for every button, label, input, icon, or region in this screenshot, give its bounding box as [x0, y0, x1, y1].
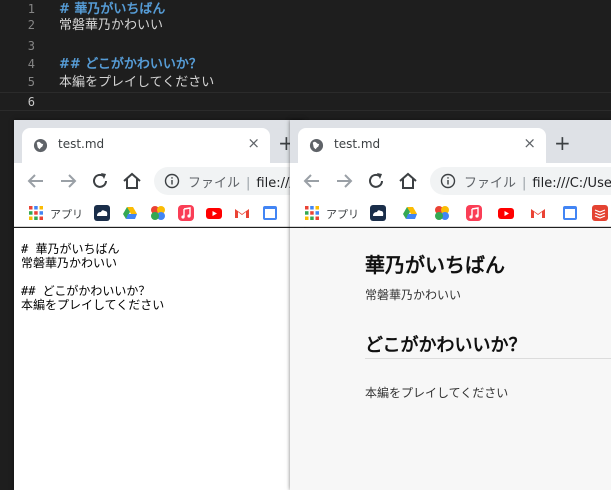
tab-strip: test.md × +	[290, 120, 611, 163]
tab-title: test.md	[334, 137, 381, 151]
home-icon[interactable]	[120, 169, 144, 193]
tab-test-md[interactable]: test.md ×	[298, 128, 546, 163]
tab-title: test.md	[58, 137, 105, 151]
gmail-icon[interactable]	[234, 205, 250, 221]
address-text[interactable]: ファイル|file:///C:/Users	[464, 172, 611, 191]
editor-line[interactable]: 5 本編をプレイしてください	[0, 73, 611, 92]
info-icon[interactable]	[164, 173, 180, 189]
google-drive-icon[interactable]	[402, 205, 418, 221]
google-photos-icon[interactable]	[434, 205, 450, 221]
globe-icon	[33, 138, 48, 153]
tab-strip: test.md × +	[14, 120, 304, 163]
raw-markdown-text: # 華乃がいちばん 常磐華乃かわいい ## どこがかわいいか？ 本編をプレイして…	[21, 242, 165, 312]
reload-icon[interactable]	[364, 169, 388, 193]
apps-label[interactable]: アプリ	[326, 206, 359, 222]
paragraph: 本編をプレイしてください	[365, 386, 509, 400]
address-bar[interactable]: ファイル|file:///C:/Users	[430, 167, 611, 195]
apps-label[interactable]: アプリ	[50, 206, 83, 222]
rendered-markdown-view: 華乃がいちばん 常磐華乃かわいい どこがかわいいか？ 本編をプレイしてください	[290, 228, 611, 490]
line-number: 6	[27, 95, 35, 109]
google-photos-icon[interactable]	[150, 205, 166, 221]
gmail-icon[interactable]	[530, 205, 546, 221]
calendar-icon[interactable]	[562, 205, 578, 221]
todoist-icon[interactable]	[592, 205, 608, 221]
bookmarks-bar: アプリ	[14, 199, 304, 227]
heading-1: 華乃がいちばん	[365, 253, 505, 277]
code-editor[interactable]: 1 # 華乃がいちばん 2 常磐華乃かわいい 3 4 ## どこがかわいいか？ …	[0, 0, 611, 120]
heading-underline	[365, 358, 611, 359]
tab-test-md[interactable]: test.md ×	[22, 128, 270, 163]
editor-line-current[interactable]: 6	[0, 92, 611, 111]
google-drive-icon[interactable]	[122, 205, 138, 221]
line-number: 2	[27, 18, 35, 32]
browser-window-rendered: test.md × + ファイル|file:///C:/Users	[290, 120, 611, 490]
browser-toolbar: ファイル | file:///C	[14, 163, 304, 199]
address-text[interactable]: ファイル | file:///C	[188, 172, 303, 191]
cloud-app-icon[interactable]	[94, 205, 110, 221]
youtube-icon[interactable]	[206, 205, 222, 221]
heading-2: どこがかわいいか？	[365, 335, 527, 356]
youtube-icon[interactable]	[498, 205, 514, 221]
music-app-icon[interactable]	[178, 205, 194, 221]
browser-toolbar: ファイル|file:///C:/Users	[290, 163, 611, 199]
reload-icon[interactable]	[88, 169, 112, 193]
calendar-icon[interactable]	[262, 205, 278, 221]
forward-icon[interactable]	[332, 169, 356, 193]
browser-window-raw: test.md × + ファイル | file:///C アプリ # 華乃がいち…	[14, 120, 304, 490]
music-app-icon[interactable]	[466, 205, 482, 221]
back-icon[interactable]	[300, 169, 324, 193]
forward-icon[interactable]	[56, 169, 80, 193]
line-text[interactable]: ## どこがかわいいか？	[59, 55, 202, 74]
line-number: 3	[27, 39, 35, 53]
globe-icon	[309, 138, 324, 153]
home-icon[interactable]	[396, 169, 420, 193]
apps-grid-icon[interactable]	[28, 205, 44, 221]
line-text[interactable]: 本編をプレイしてください	[59, 73, 214, 92]
bookmarks-bar: アプリ	[290, 199, 611, 227]
editor-line[interactable]: 2 常磐華乃かわいい	[0, 16, 611, 35]
address-bar[interactable]: ファイル | file:///C	[154, 167, 304, 195]
cloud-app-icon[interactable]	[370, 205, 386, 221]
close-icon[interactable]: ×	[523, 134, 536, 152]
editor-line[interactable]: 4 ## どこがかわいいか？	[0, 55, 611, 74]
new-tab-button[interactable]: +	[554, 133, 571, 153]
line-number: 4	[27, 57, 35, 71]
raw-markdown-view: # 華乃がいちばん 常磐華乃かわいい ## どこがかわいいか？ 本編をプレイして…	[14, 228, 304, 490]
line-number: 5	[27, 75, 35, 89]
paragraph: 常磐華乃かわいい	[365, 288, 462, 302]
back-icon[interactable]	[24, 169, 48, 193]
line-text[interactable]: 常磐華乃かわいい	[59, 16, 163, 35]
close-icon[interactable]: ×	[247, 134, 260, 152]
apps-grid-icon[interactable]	[304, 205, 320, 221]
editor-line[interactable]: 3	[0, 37, 611, 56]
info-icon[interactable]	[440, 173, 456, 189]
